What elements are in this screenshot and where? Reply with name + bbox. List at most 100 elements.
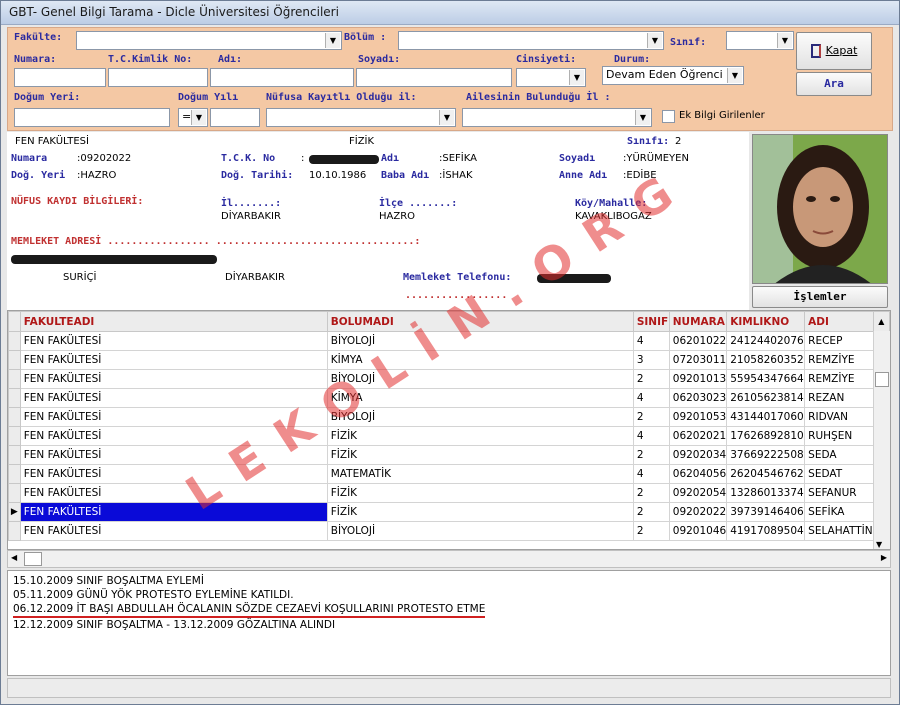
scroll-down-icon[interactable]: ▼	[876, 540, 882, 549]
row-indicator[interactable]	[8, 426, 21, 446]
table-cell[interactable]: 43144017060	[726, 407, 806, 427]
table-row[interactable]: ▶ FEN FAKÜLTESİ FİZİK 2 09202022 39739146406 S…	[8, 502, 890, 522]
table-cell[interactable]: 09202034	[668, 445, 728, 465]
table-cell[interactable]: 17626892810	[726, 426, 806, 446]
table-cell[interactable]: FİZİK	[326, 502, 634, 522]
row-indicator[interactable]	[8, 407, 21, 427]
scroll-up-icon[interactable]: ▲	[872, 311, 890, 332]
table-cell[interactable]: FEN FAKÜLTESİ	[19, 521, 328, 541]
table-cell[interactable]: REMZİYE	[804, 350, 874, 370]
table-cell[interactable]: REMZİYE	[804, 369, 874, 389]
table-cell[interactable]: 07203011	[668, 350, 728, 370]
table-cell[interactable]: 06203023	[668, 388, 728, 408]
table-cell[interactable]: FEN FAKÜLTESİ	[19, 407, 328, 427]
vertical-scrollbar[interactable]: ▼	[873, 331, 890, 549]
table-cell[interactable]: 37669222508	[726, 445, 806, 465]
table-cell[interactable]: BİYOLOJİ	[326, 369, 634, 389]
table-cell[interactable]: KİMYA	[326, 388, 634, 408]
table-row[interactable]: FEN FAKÜLTESİ BİYOLOJİ 2 09201053 4314401706…	[8, 407, 890, 427]
table-row[interactable]: FEN FAKÜLTESİ BİYOLOJİ 4 06201022 2412440207…	[8, 331, 890, 351]
table-cell[interactable]: 4	[632, 426, 670, 446]
column-header[interactable]: KIMLIKNO	[726, 311, 806, 332]
bolum-select[interactable]	[398, 31, 664, 50]
row-indicator[interactable]	[8, 388, 21, 408]
table-cell[interactable]: FEN FAKÜLTESİ	[19, 369, 328, 389]
table-cell[interactable]: 2	[632, 407, 670, 427]
table-cell[interactable]: FEN FAKÜLTESİ	[19, 388, 328, 408]
table-row[interactable]: FEN FAKÜLTESİ BİYOLOJİ 2 09201013 5595434766…	[8, 369, 890, 389]
row-indicator[interactable]: ▶	[8, 502, 21, 522]
numara-input[interactable]	[14, 68, 106, 87]
table-cell[interactable]: REZAN	[804, 388, 874, 408]
dogum-yili-input[interactable]	[210, 108, 260, 127]
table-cell[interactable]: 2	[632, 369, 670, 389]
table-cell[interactable]: MATEMATİK	[326, 464, 634, 484]
ara-button[interactable]: Ara	[796, 72, 872, 96]
table-cell[interactable]: 26204546762	[726, 464, 806, 484]
durum-select[interactable]: Devam Eden Öğrenci	[602, 66, 744, 85]
table-cell[interactable]: BİYOLOJİ	[326, 407, 634, 427]
table-row[interactable]: FEN FAKÜLTESİ KİMYA 4 06203023 26105623814 RE…	[8, 388, 890, 408]
table-cell[interactable]: SELAHATTİN	[804, 521, 874, 541]
table-cell[interactable]: FEN FAKÜLTESİ	[19, 483, 328, 503]
table-cell[interactable]: 06204056	[668, 464, 728, 484]
table-row[interactable]: FEN FAKÜLTESİ FİZİK 2 09202054 13286013374 SE…	[8, 483, 890, 503]
row-indicator[interactable]	[8, 350, 21, 370]
table-cell[interactable]: SEDAT	[804, 464, 874, 484]
table-cell[interactable]: KİMYA	[326, 350, 634, 370]
horizontal-scrollbar[interactable]: ◀ ▶	[7, 550, 891, 568]
table-cell[interactable]: 06202021	[668, 426, 728, 446]
table-cell[interactable]: 55954347664	[726, 369, 806, 389]
table-cell[interactable]: 24124402076	[726, 331, 806, 351]
scroll-right-icon[interactable]: ▶	[881, 553, 887, 562]
table-row[interactable]: FEN FAKÜLTESİ BİYOLOJİ 2 09201046 4191708950…	[8, 521, 890, 541]
table-cell[interactable]: 21058260352	[726, 350, 806, 370]
table-cell[interactable]: SEFİKA	[804, 502, 874, 522]
vertical-scroll-thumb[interactable]	[875, 372, 889, 387]
table-cell[interactable]: 2	[632, 502, 670, 522]
table-cell[interactable]: 2	[632, 521, 670, 541]
row-indicator[interactable]	[8, 521, 21, 541]
horizontal-scroll-thumb[interactable]	[24, 552, 42, 566]
soyadi-input[interactable]	[356, 68, 512, 87]
notes-box[interactable]: 15.10.2009 SINIF BOŞALTMA EYLEMİ 05.11.2…	[7, 570, 891, 676]
column-header[interactable]: FAKULTEADI	[19, 311, 328, 332]
table-cell[interactable]: 4	[632, 464, 670, 484]
table-row[interactable]: FEN FAKÜLTESİ KİMYA 3 07203011 21058260352 RE…	[8, 350, 890, 370]
row-indicator[interactable]	[8, 483, 21, 503]
table-cell[interactable]: 13286013374	[726, 483, 806, 503]
aile-il-select[interactable]	[462, 108, 652, 127]
table-cell[interactable]: SEDA	[804, 445, 874, 465]
table-cell[interactable]: 4	[632, 331, 670, 351]
table-cell[interactable]: 39739146406	[726, 502, 806, 522]
scroll-left-icon[interactable]: ◀	[11, 553, 17, 562]
table-cell[interactable]: FEN FAKÜLTESİ	[19, 426, 328, 446]
row-indicator[interactable]	[8, 331, 21, 351]
table-row[interactable]: FEN FAKÜLTESİ FİZİK 2 09202034 37669222508 SE…	[8, 445, 890, 465]
nufus-il-select[interactable]	[266, 108, 456, 127]
table-cell[interactable]: 09202054	[668, 483, 728, 503]
table-cell[interactable]: 2	[632, 445, 670, 465]
adi-input[interactable]	[210, 68, 354, 87]
table-row[interactable]: FEN FAKÜLTESİ MATEMATİK 4 06204056 262045467…	[8, 464, 890, 484]
row-indicator[interactable]	[8, 445, 21, 465]
table-cell[interactable]: RECEP	[804, 331, 874, 351]
row-indicator[interactable]	[8, 464, 21, 484]
column-header[interactable]: BOLUMADI	[326, 311, 634, 332]
table-cell[interactable]: 06201022	[668, 331, 728, 351]
table-cell[interactable]: FEN FAKÜLTESİ	[19, 502, 328, 522]
dogum-yili-operator[interactable]: =	[178, 108, 208, 127]
ek-bilgi-checkbox[interactable]	[662, 110, 675, 123]
table-cell[interactable]: RIDVAN	[804, 407, 874, 427]
table-cell[interactable]: FİZİK	[326, 426, 634, 446]
table-cell[interactable]: 26105623814	[726, 388, 806, 408]
table-cell[interactable]: FEN FAKÜLTESİ	[19, 464, 328, 484]
column-header[interactable]: NUMARA	[668, 311, 728, 332]
table-cell[interactable]: BİYOLOJİ	[326, 521, 634, 541]
column-header[interactable]: SINIF	[632, 311, 670, 332]
table-cell[interactable]: RUHŞEN	[804, 426, 874, 446]
kapat-button[interactable]: Kapat	[796, 32, 872, 70]
table-row[interactable]: FEN FAKÜLTESİ FİZİK 4 06202021 17626892810 RU…	[8, 426, 890, 446]
table-cell[interactable]: 2	[632, 483, 670, 503]
sinif-select[interactable]	[726, 31, 794, 50]
